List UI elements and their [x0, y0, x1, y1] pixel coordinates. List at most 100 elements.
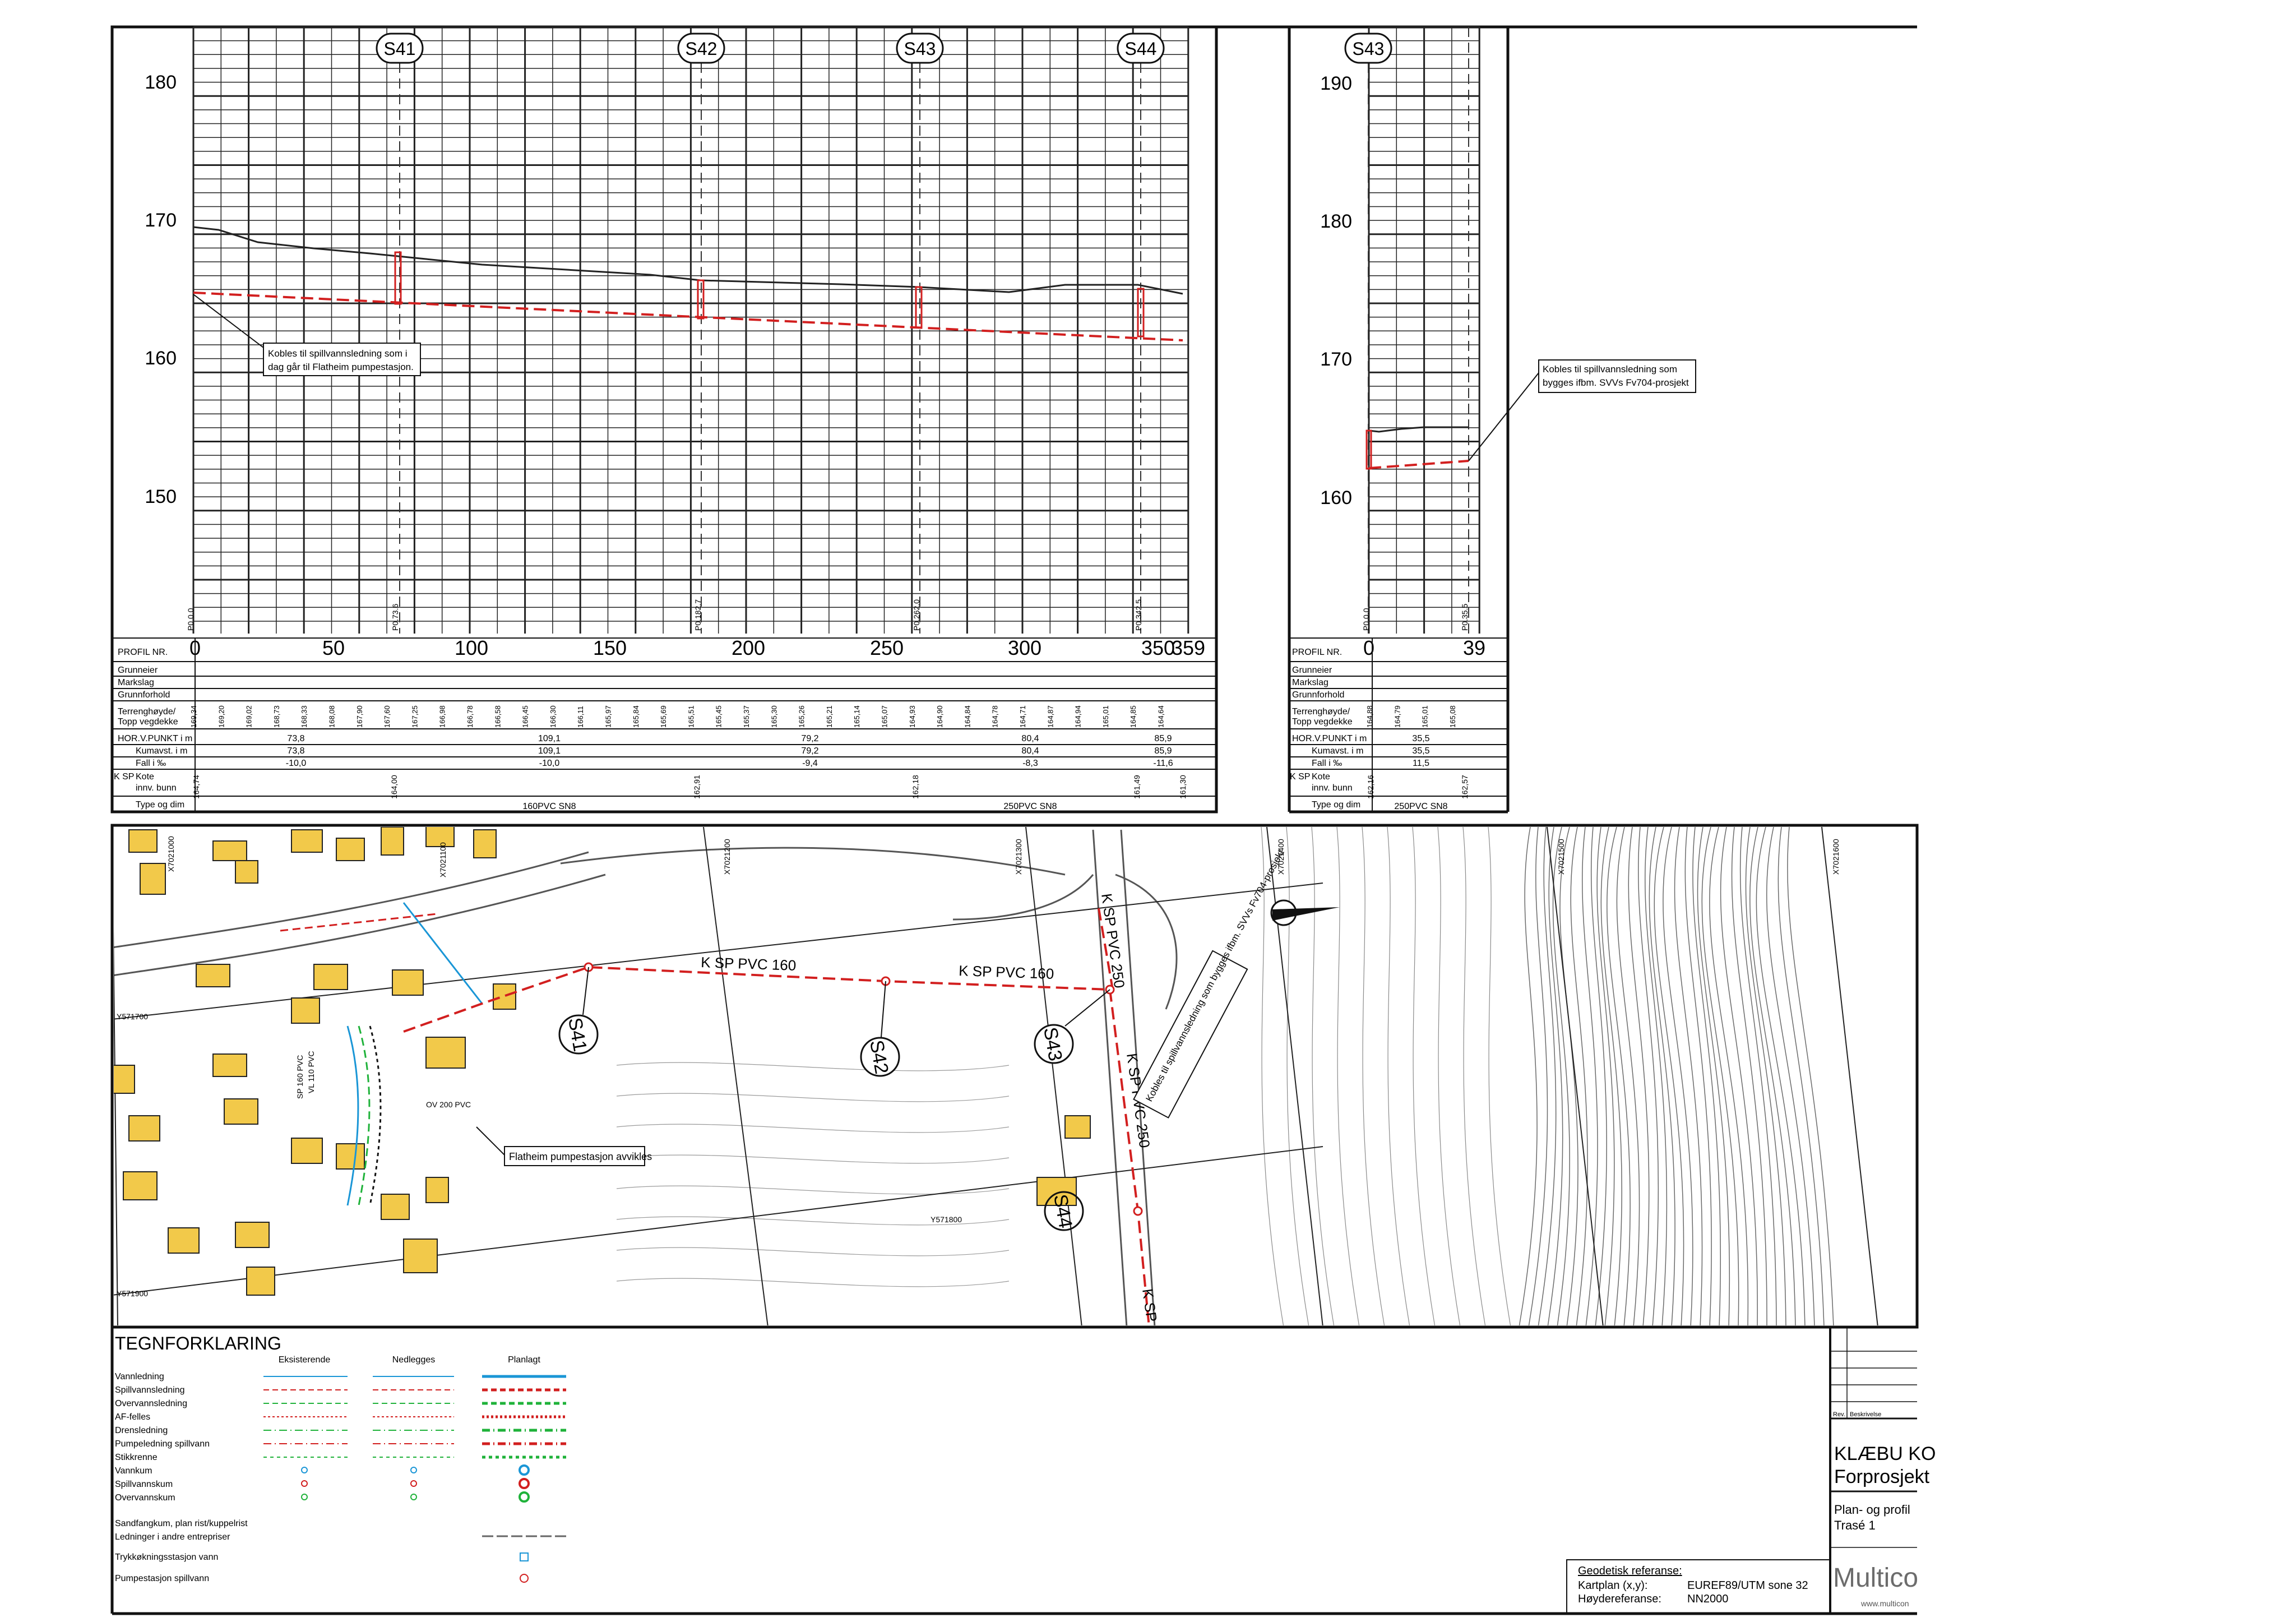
terrain-value: 168,33: [300, 705, 308, 728]
house: [336, 838, 365, 861]
contour-line: [1649, 827, 1675, 1325]
title-block: Geodetisk referanse: Kartplan (x,y): EUR…: [110, 1327, 1936, 1615]
terrain-value: 169,20: [217, 705, 225, 728]
contour-line: [1709, 827, 1749, 1325]
kote-value: 161,30: [1178, 775, 1187, 799]
contour-line: [1637, 827, 1659, 1325]
annotation-text-2: dag går til Flatheim pumpestasjon.: [268, 362, 414, 372]
contour-line: [1692, 827, 1721, 1325]
terrain-value: 167,90: [355, 705, 364, 728]
type-value: 250PVC SN8: [1003, 802, 1057, 811]
kote-value: 164,00: [390, 775, 399, 799]
type-value: 160PVC SN8: [522, 802, 576, 811]
house: [246, 1267, 275, 1296]
legend-rows: Vannledning Spillvannsledning Overvannsled…: [115, 1372, 566, 1583]
terrain-value: 167,25: [410, 705, 419, 728]
manhole-s43-profile: [915, 286, 923, 329]
map-manhole-label-s43: S43: [1034, 1024, 1074, 1064]
house: [235, 860, 258, 884]
row-label-ksp: K SP: [1290, 772, 1310, 782]
geo-v2: NN2000: [1687, 1593, 1728, 1605]
svg-text:S43: S43: [904, 39, 936, 59]
profile-left-stations: [399, 63, 1141, 634]
house: [336, 1143, 365, 1170]
hor-value: 79,2: [801, 734, 818, 743]
house: [291, 997, 320, 1024]
row-label: Grunnforhold: [1292, 690, 1344, 700]
y-tick-160: 160: [145, 348, 177, 369]
kum-value: 73,8: [287, 746, 304, 756]
house: [381, 827, 404, 856]
terrain-value: 165,37: [742, 705, 751, 728]
house: [114, 1065, 135, 1094]
grid-label: X7021500: [1557, 839, 1566, 875]
terrain-value: 169,02: [245, 705, 253, 728]
grid-label: X7021300: [1014, 839, 1023, 875]
terrain-value: 164,64: [1157, 705, 1165, 728]
station-chainage: P0.0.0: [186, 608, 195, 631]
callout-reference: Kobles til spillvannsledning som bygges …: [1133, 848, 1286, 1119]
geo-k2: Høydereferanse:: [1578, 1593, 1661, 1605]
x-tick-label: 300: [1008, 636, 1041, 659]
station-label-s44: S44: [1117, 33, 1165, 64]
house: [381, 1194, 410, 1220]
kum-value: 35,5: [1412, 746, 1429, 756]
terrain-value: 165,01: [1101, 705, 1110, 728]
station-chainage: P0.73.6: [391, 604, 400, 631]
svg-text:S41: S41: [384, 39, 416, 59]
contour-line: [1654, 827, 1684, 1325]
terrain-line: [193, 226, 1183, 295]
contour-line: [1462, 827, 1486, 1325]
legend-label: Pumpestasjon spillvann: [115, 1574, 209, 1583]
terrain-value: 165,21: [825, 705, 834, 728]
x-tick-label: 150: [593, 636, 627, 659]
legend-manhole-planned: [519, 1464, 530, 1476]
row-label: Terrenghøyde/: [1292, 707, 1350, 717]
legend-label: Vannkum: [115, 1466, 152, 1476]
house: [291, 1138, 323, 1164]
svg-text:S44: S44: [1125, 39, 1157, 59]
pipe-label: K SP PVC 160: [701, 954, 797, 974]
fall-value: -9,4: [802, 759, 818, 768]
house: [212, 1053, 247, 1077]
row-label: Kumavst. i m: [1312, 746, 1363, 756]
contour-line: [616, 1124, 1010, 1133]
drawing-title: Plan- og profil: [1834, 1503, 1910, 1517]
contour-line: [1766, 827, 1815, 1325]
house: [224, 1098, 258, 1125]
legend-label: Pumpeledning spillvann: [115, 1439, 210, 1449]
station-chainage: P0.262.0: [912, 599, 921, 631]
contour-line: [1412, 827, 1436, 1325]
type-value: 250PVC SN8: [1394, 802, 1447, 811]
geo-v1: EUREF89/UTM sone 32: [1687, 1579, 1808, 1592]
terrain-value: 165,08: [1448, 705, 1457, 728]
legend-label: Stikkrenne: [115, 1453, 158, 1462]
house: [1064, 1115, 1091, 1139]
legend-manhole-removed: [410, 1467, 417, 1473]
contour-line: [1739, 827, 1777, 1325]
row-label-markslag: Markslag: [118, 678, 154, 687]
terrain-value: 164,79: [1393, 705, 1401, 728]
pipe-small-label: VL 110 PVC: [307, 1051, 316, 1094]
legend-manhole-planned: [519, 1491, 530, 1503]
hor-value: 109,1: [538, 734, 561, 743]
client-name: KLÆBU KO: [1834, 1443, 1936, 1464]
house: [123, 1171, 158, 1200]
svg-text:Kobles til spillvannsledning s: Kobles til spillvannsledning som bygges …: [1144, 848, 1286, 1103]
pipe-profile-line: [193, 292, 1183, 341]
row-label-type: Type og dim: [136, 800, 184, 810]
station-chainage: P0.182.7: [693, 599, 702, 631]
row-label: Fall i ‰: [1312, 759, 1342, 768]
row-label: Grunneier: [1292, 666, 1332, 675]
legend-pump-sewage-symbol: [520, 1574, 529, 1583]
legend-label: Spillvannsledning: [115, 1385, 185, 1395]
y-tick-170: 170: [145, 210, 177, 231]
profile-left: 180 170 160 150 Kobles til spillvannsled…: [110, 25, 1917, 814]
terrain-value: 164,88: [1365, 705, 1374, 728]
house: [128, 829, 158, 853]
drawing-sheet: 180 170 160 150 Kobles til spillvannsled…: [0, 0, 2296, 1622]
house: [392, 969, 424, 996]
svg-text:S42: S42: [686, 39, 718, 59]
house: [168, 1227, 200, 1254]
pipe-small-label: OV 200 PVC: [426, 1100, 471, 1109]
